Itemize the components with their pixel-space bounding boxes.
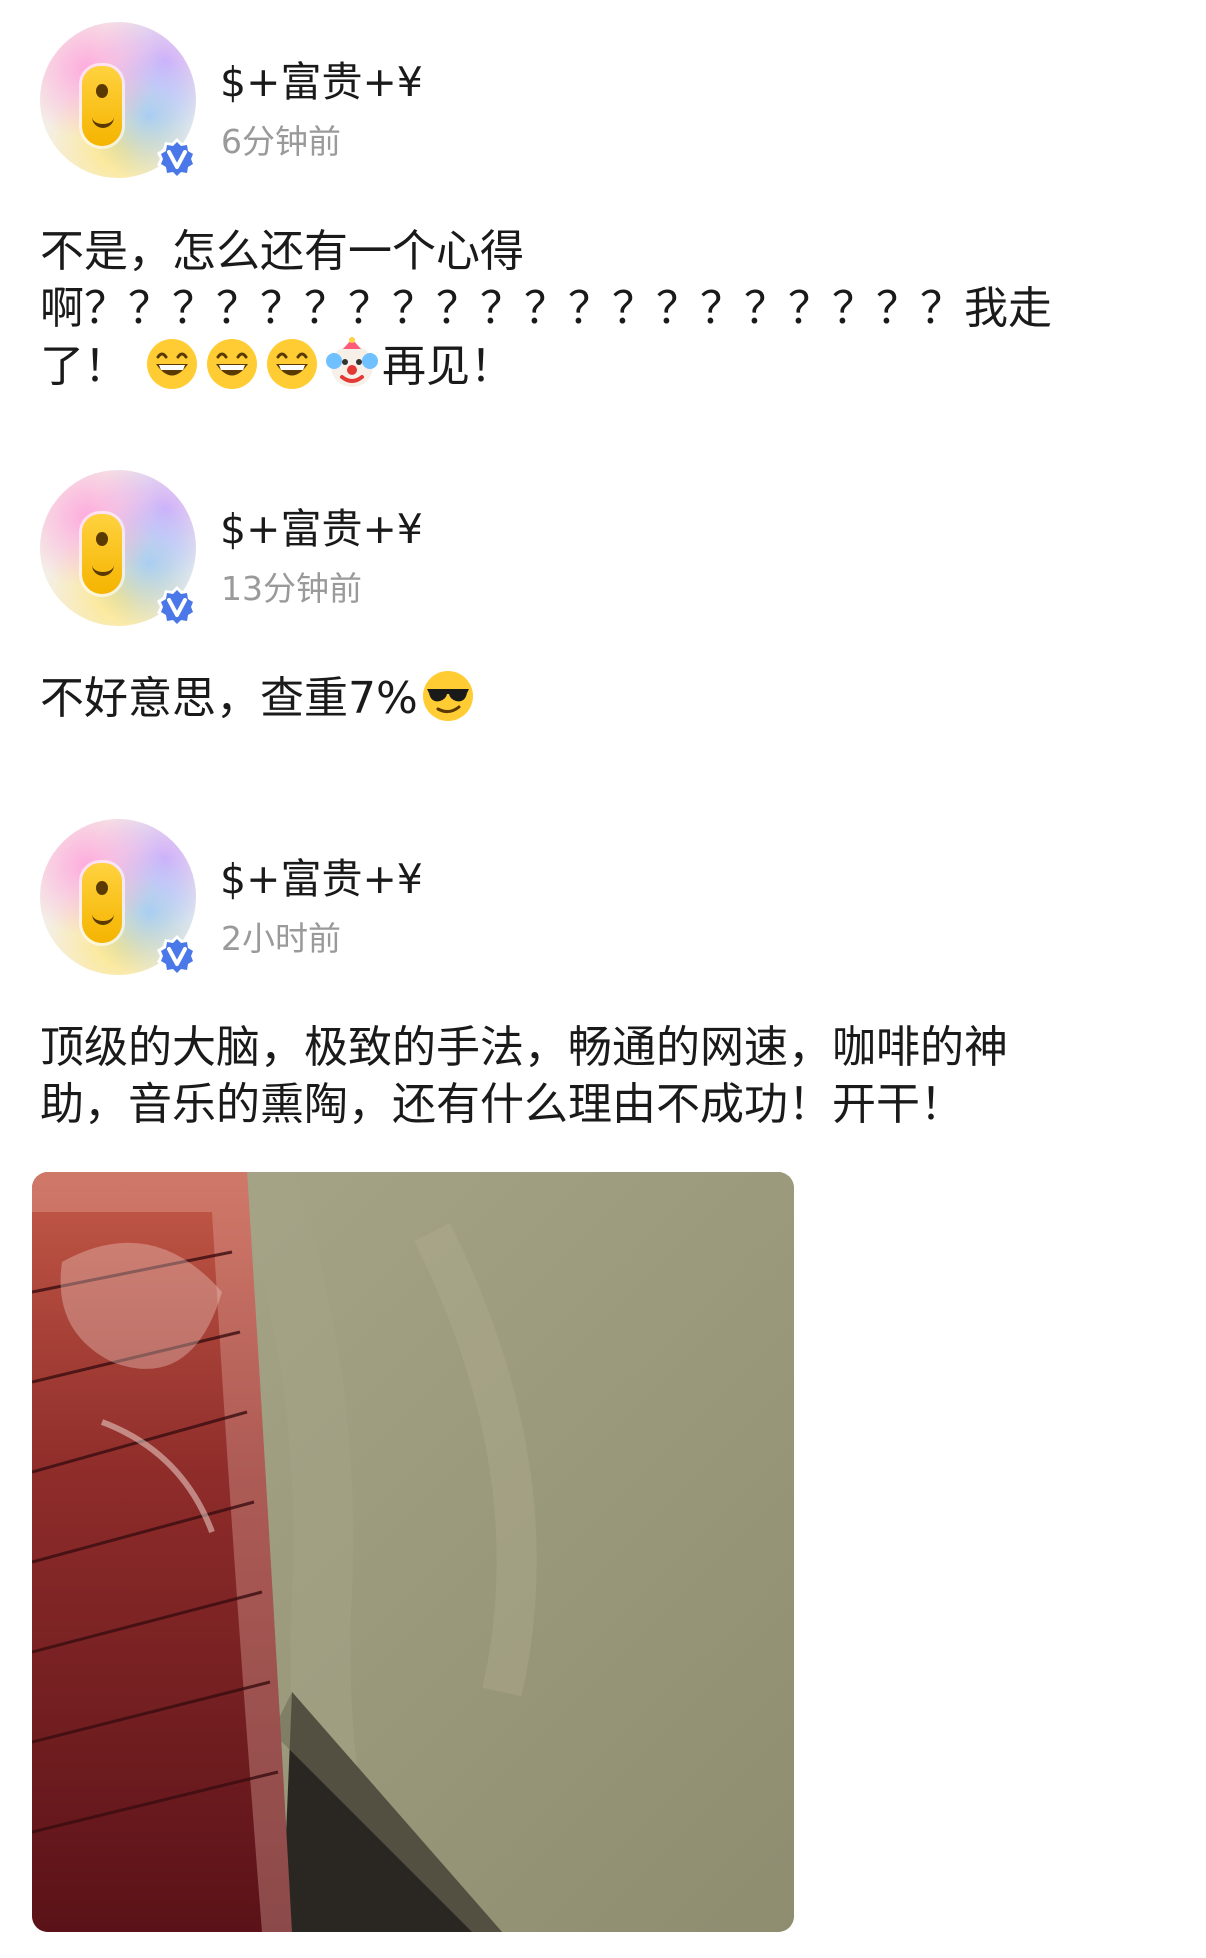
grinning-face-emoji-icon <box>145 337 199 391</box>
post-text: 不好意思，查重7% <box>40 669 1150 727</box>
avatar-character-icon <box>82 514 122 594</box>
post-time: 2小时前 <box>221 919 341 958</box>
sunglasses-face-emoji-icon <box>421 669 475 723</box>
avatar[interactable] <box>40 470 196 626</box>
verified-badge-icon <box>154 584 200 630</box>
avatar[interactable] <box>40 22 196 178</box>
post-text-line: 顶级的大脑，极致的手法，畅通的网速，咖啡的神 <box>40 1022 1008 1073</box>
post-text-line: 助，音乐的熏陶，还有什么理由不成功！开干！ <box>40 1079 964 1130</box>
clown-face-emoji-icon <box>325 337 379 391</box>
avatar[interactable] <box>40 819 196 975</box>
author-name[interactable]: $+富贵+¥ <box>220 495 423 555</box>
post-time: 13分钟前 <box>221 569 362 608</box>
post-text-line: 了！ 再见！ <box>40 337 1150 395</box>
post-text: 不是，怎么还有一个心得 啊？？？？？？？？？？？？？？？？？？？？我走 了！ 再… <box>40 223 1150 395</box>
post-time: 6分钟前 <box>221 122 341 161</box>
drink-cup-photo-icon <box>32 1172 794 1932</box>
post-text: 顶级的大脑，极致的手法，畅通的网速，咖啡的神 助，音乐的熏陶，还有什么理由不成功… <box>40 1019 1150 1133</box>
avatar-character-icon <box>82 863 122 943</box>
verified-badge-icon <box>154 933 200 979</box>
post-text-fragment: 不好意思，查重7% <box>40 673 418 724</box>
post-text-line: 不好意思，查重7% <box>40 669 1150 727</box>
grinning-face-emoji-icon <box>205 337 259 391</box>
avatar-character-icon <box>82 66 122 146</box>
grinning-face-emoji-icon <box>265 337 319 391</box>
post-text-line: 不是，怎么还有一个心得 <box>40 226 524 277</box>
verified-badge-icon <box>154 136 200 182</box>
post-text-fragment: 了！ <box>40 341 128 392</box>
post-photo[interactable] <box>32 1172 794 1932</box>
post-text-fragment: 再见！ <box>382 341 514 392</box>
author-name[interactable]: $+富贵+¥ <box>220 48 423 108</box>
author-name[interactable]: $+富贵+¥ <box>220 845 423 905</box>
post-text-line: 啊？？？？？？？？？？？？？？？？？？？？我走 <box>40 283 1052 334</box>
